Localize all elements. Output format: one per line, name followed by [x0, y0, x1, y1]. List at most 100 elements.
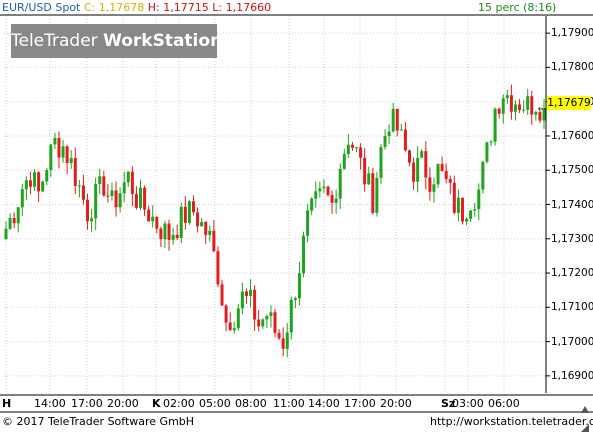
candle-body — [355, 147, 359, 149]
candle-body — [216, 251, 220, 285]
candle-body — [69, 158, 73, 163]
x-tick-label: 06:00 — [488, 397, 520, 410]
candle-body — [469, 210, 473, 219]
y-tick-label: 1,17600 — [551, 129, 593, 142]
candle-body — [73, 158, 77, 186]
candle-body — [98, 176, 102, 185]
candle-body — [175, 234, 179, 239]
candle-body — [118, 193, 122, 208]
candle-body — [456, 197, 460, 213]
y-tick-label: 1,17900 — [551, 27, 593, 40]
candle-body — [236, 308, 240, 329]
candle-body — [65, 146, 69, 163]
candle-body — [383, 136, 387, 148]
y-tick-label: 1,17100 — [551, 301, 593, 314]
candle-body — [77, 185, 81, 187]
y-tick-label: 1,17000 — [551, 335, 593, 348]
brand-name-bold: WorkStation — [103, 31, 223, 51]
candle-body — [302, 235, 306, 274]
chart-window: EUR/USD Spot C: 1,17678 H: 1,17715 L: 1,… — [0, 0, 593, 432]
corner-arrow-icon[interactable] — [580, 418, 590, 432]
candle-body — [391, 108, 395, 132]
candle-body — [265, 316, 269, 320]
brand-logo: TeleTrader WorkStation — [11, 24, 222, 58]
candle-body — [4, 228, 8, 240]
candle-body — [37, 172, 41, 192]
candle-body — [326, 186, 330, 196]
x-tick-label: 20:00 — [380, 397, 412, 410]
candle-body — [424, 151, 428, 178]
candle-body — [342, 154, 346, 169]
website-link[interactable]: http://workstation.teletrader.com — [430, 415, 593, 429]
candle-body — [228, 322, 232, 331]
close-value: 1,17678 — [98, 1, 145, 14]
candle-body — [293, 298, 297, 300]
candle-body — [159, 228, 163, 240]
candle-body — [187, 201, 191, 223]
candle-body — [147, 209, 151, 222]
candle-body — [224, 305, 228, 323]
candle-body — [444, 170, 448, 179]
candle-body — [24, 180, 28, 190]
candle-body — [350, 144, 354, 148]
candle-body — [334, 198, 338, 203]
x-tick-label: 11:00 — [273, 397, 305, 410]
candle-body — [452, 182, 456, 213]
candle-body — [412, 162, 416, 182]
x-tick-label: 05:00 — [199, 397, 231, 410]
candle-body — [538, 112, 542, 121]
high-value: 1,17715 — [163, 1, 209, 14]
x-tick-label: 03:00 — [452, 397, 484, 410]
candle-body — [526, 96, 530, 110]
candle-body — [330, 195, 334, 203]
candle-body — [465, 218, 469, 222]
x-tick-label: 17:00 — [71, 397, 103, 410]
candle-body — [289, 299, 293, 333]
candle-body — [269, 312, 273, 317]
candle-body — [363, 157, 367, 185]
candle-body — [86, 199, 90, 222]
candle-body — [8, 218, 12, 229]
candle-body — [143, 187, 147, 210]
candle-body — [297, 273, 301, 299]
candle-body — [102, 176, 106, 196]
candle-body — [220, 284, 224, 306]
candle-body — [155, 216, 159, 229]
candle-body — [257, 319, 261, 327]
candle-body — [416, 157, 420, 182]
candle-body — [379, 147, 383, 178]
symbol-label: EUR/USD Spot — [2, 1, 81, 14]
candle-body — [16, 207, 20, 224]
candle-body — [261, 319, 265, 327]
candle-body — [387, 131, 391, 137]
candle-body — [509, 95, 513, 112]
candle-body — [204, 221, 208, 235]
candle-body — [130, 171, 134, 195]
candle-body — [139, 187, 142, 208]
candle-body — [81, 185, 85, 200]
candlestick-chart[interactable] — [0, 0, 593, 431]
up-arrow-icon[interactable] — [580, 400, 590, 413]
candle-body — [318, 188, 322, 192]
brand-name-regular: TeleTrader — [11, 31, 104, 51]
candle-body — [249, 289, 253, 296]
candle-body — [94, 184, 98, 219]
candle-body — [518, 104, 522, 111]
candle-body — [322, 186, 326, 189]
candle-body — [114, 190, 118, 208]
candle-body — [432, 184, 436, 192]
candle-body — [196, 212, 200, 227]
y-tick-label: 1,17500 — [551, 164, 593, 177]
candle-body — [542, 108, 546, 121]
candle-body — [167, 223, 171, 240]
x-tick-label: 08:00 — [235, 397, 267, 410]
y-tick-label: 1,17800 — [551, 61, 593, 74]
y-tick-label: 1,16900 — [551, 369, 593, 382]
candle-body — [126, 171, 130, 183]
candle-body — [428, 177, 432, 192]
x-tick-label: H — [2, 397, 12, 410]
x-tick-label: 20:00 — [107, 397, 139, 410]
interval-label[interactable]: 15 perc (8:16) — [478, 1, 556, 14]
low-label: L: — [212, 1, 223, 14]
candle-body — [53, 137, 57, 145]
